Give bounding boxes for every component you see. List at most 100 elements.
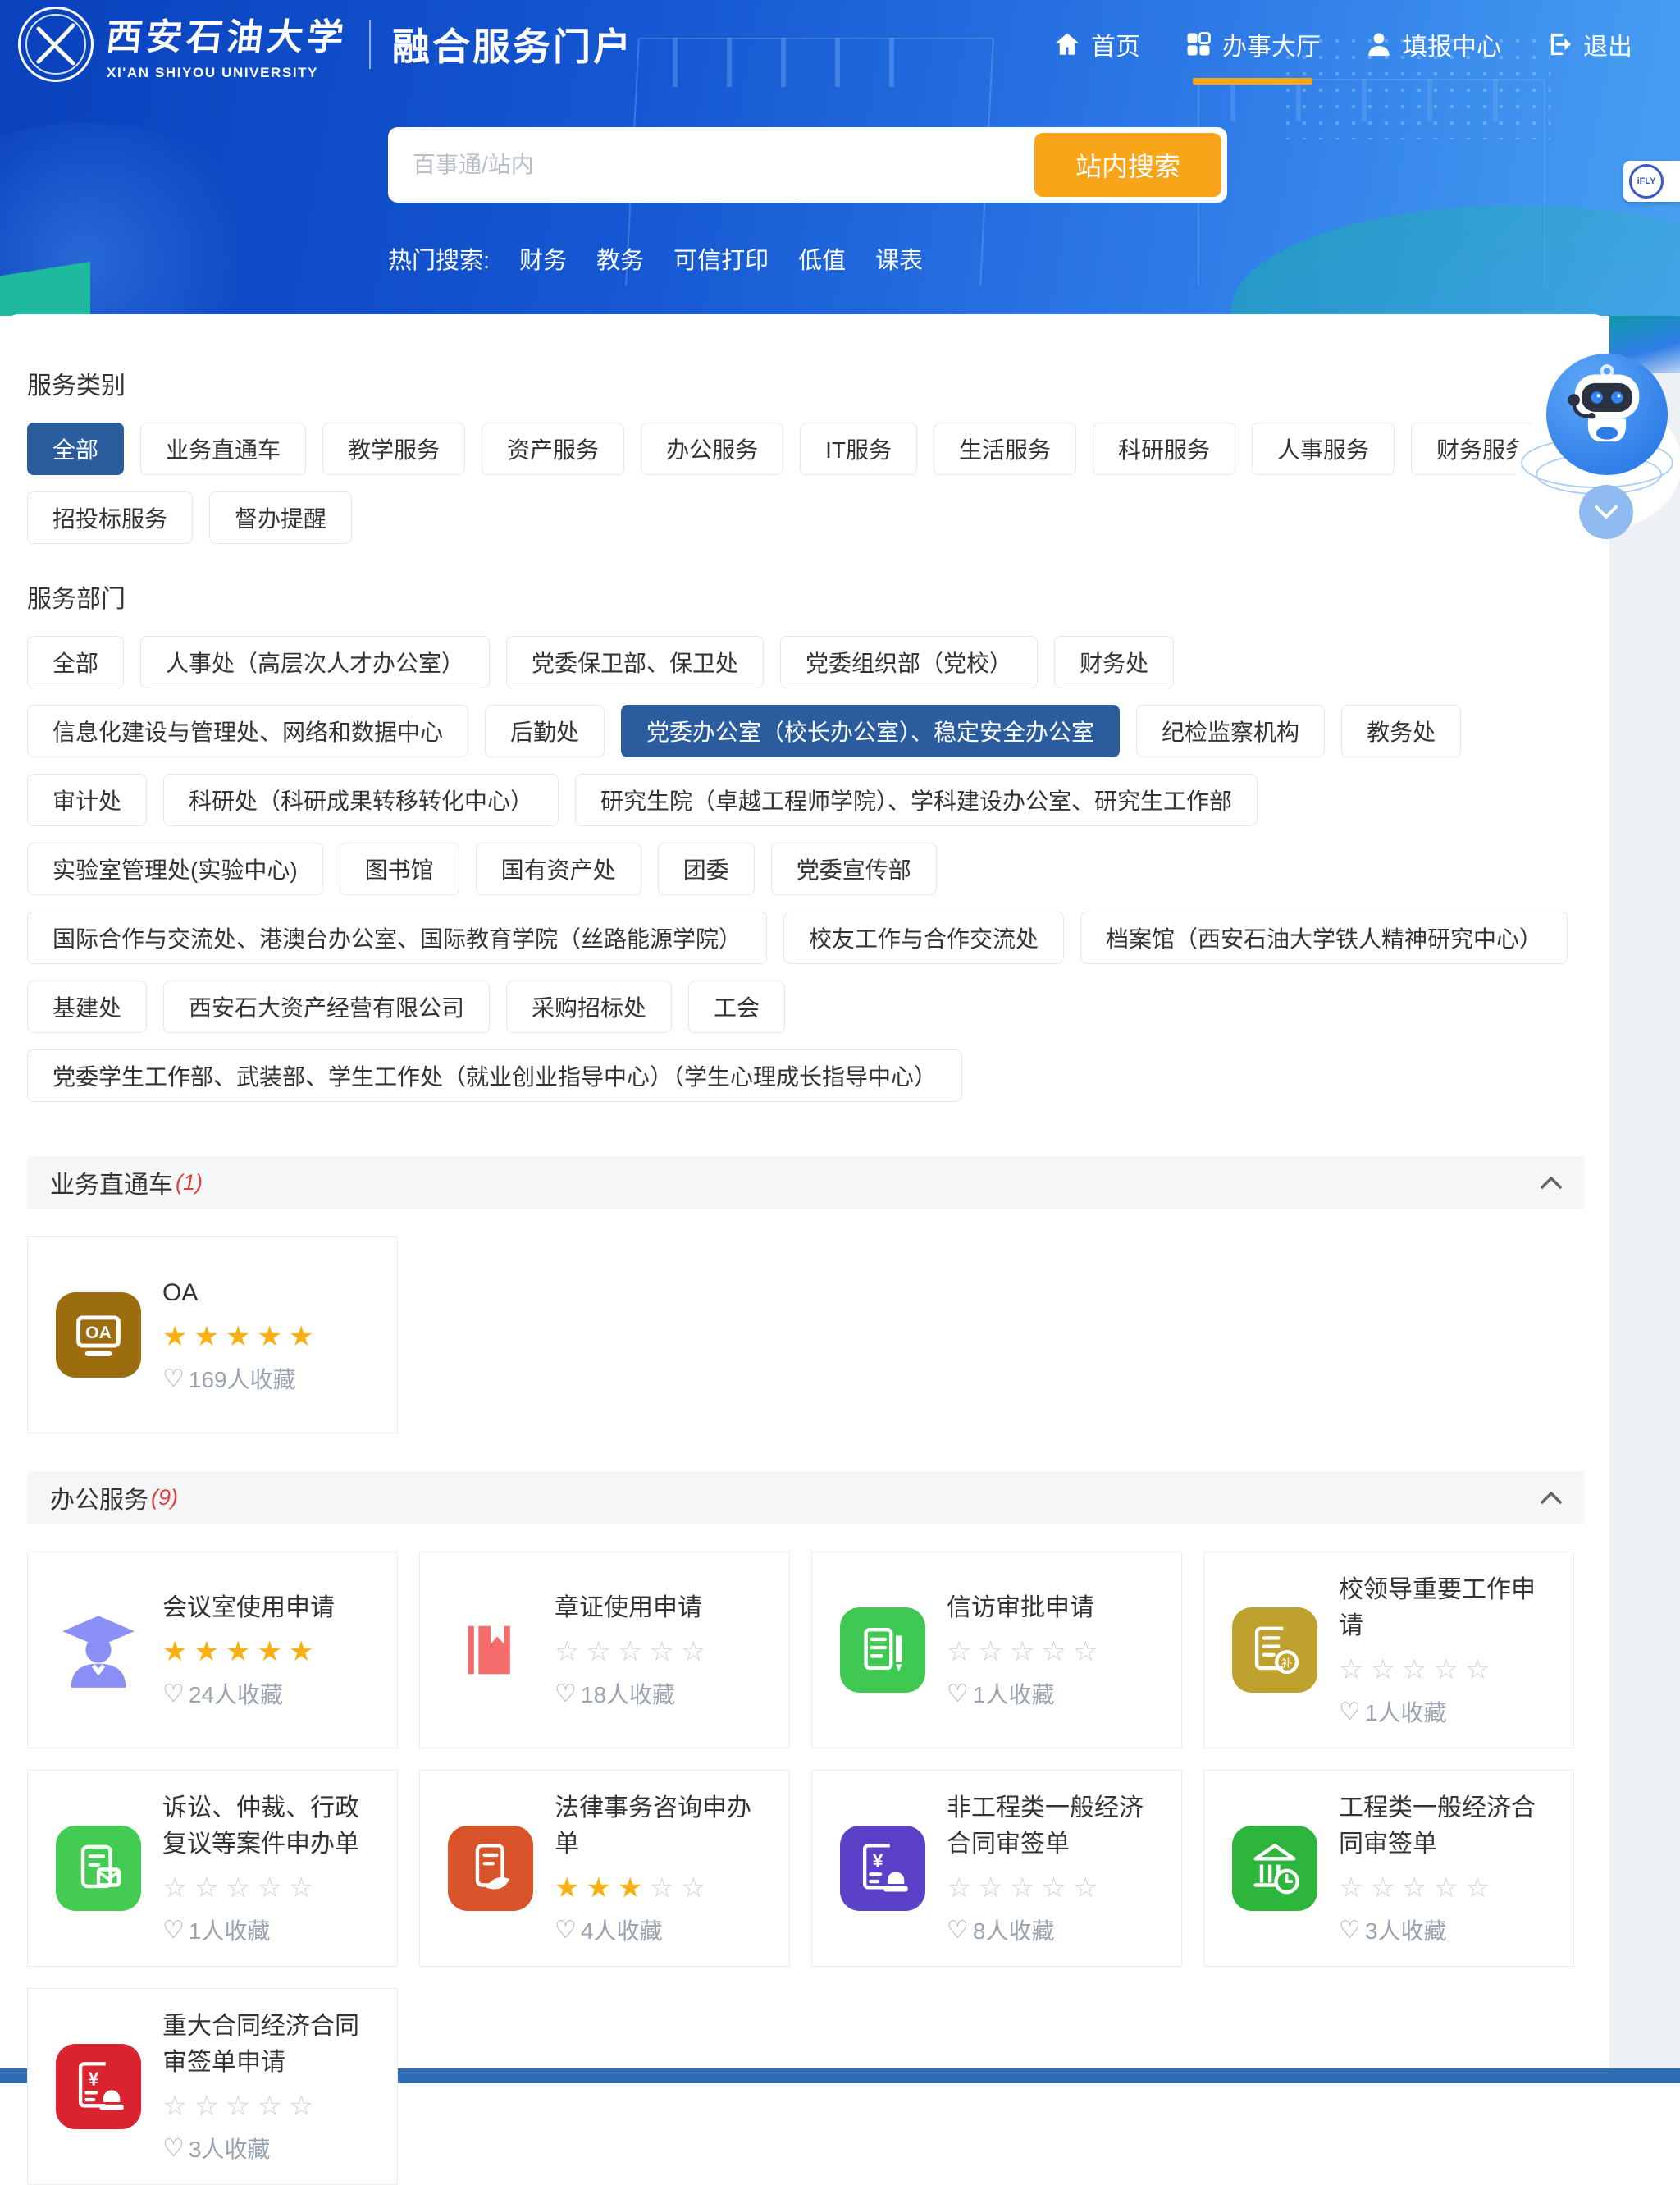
department-chip[interactable]: 实验室管理处(实验中心)	[27, 843, 323, 895]
star-icon: ☆	[1402, 1654, 1427, 1685]
department-chip[interactable]: 科研处（科研成果转移转化中心）	[163, 774, 559, 826]
collapse-chevron-icon[interactable]	[1541, 1176, 1562, 1189]
department-chip[interactable]: 档案馆（西安石油大学铁人精神研究中心）	[1080, 912, 1568, 964]
star-icon: ☆	[1010, 1872, 1034, 1904]
star-icon: ☆	[947, 1872, 971, 1904]
department-chip[interactable]: 图书馆	[340, 843, 459, 895]
hot-search-item[interactable]: 低值	[798, 241, 846, 276]
section-count: (9)	[151, 1485, 178, 1511]
service-card[interactable]: ¥非工程类一般经济合同审签单☆☆☆☆☆♡8人收藏	[811, 1770, 1182, 1967]
top-bar: 西安石油大学 XI'AN SHIYOU UNIVERSITY 融合服务门户 首页…	[0, 0, 1680, 89]
department-chips: 全部人事处（高层次人才办公室） 党委保卫部、保卫处党委组织部（党校） 财务处信息化建…	[27, 636, 1585, 1118]
department-chip[interactable]: 工会	[688, 981, 785, 1033]
department-chip[interactable]: 校友工作与合作交流处	[783, 912, 1064, 964]
department-chip[interactable]: 财务处	[1054, 636, 1174, 688]
department-chip[interactable]: 党委宣传部	[771, 843, 937, 895]
star-icon: ☆	[649, 1872, 673, 1904]
star-icon: ☆	[289, 2091, 313, 2122]
section-header: 业务直通车(1)	[27, 1156, 1585, 1209]
ifly-input-widget[interactable]: iFLY	[1623, 161, 1680, 202]
category-chip[interactable]: 办公服务	[641, 423, 783, 475]
hot-search-item[interactable]: 可信打印	[673, 241, 769, 276]
star-icon: ☆	[162, 1872, 187, 1904]
department-chip[interactable]: 国有资产处	[476, 843, 641, 895]
star-icon: ☆	[1433, 1654, 1458, 1685]
nav-item-4[interactable]: 退出	[1545, 26, 1632, 62]
robot-assistant-icon[interactable]	[1546, 354, 1668, 475]
department-chip[interactable]: 教务处	[1341, 705, 1461, 757]
department-chip[interactable]: 采购招标处	[506, 981, 672, 1033]
favorite-row: ♡24人收藏	[162, 1677, 379, 1710]
hot-search-item[interactable]: 教务	[596, 241, 644, 276]
department-chip[interactable]: 团委	[658, 843, 755, 895]
svg-text:OA: OA	[85, 1323, 112, 1342]
department-chip[interactable]: 纪检监察机构	[1136, 705, 1325, 757]
service-name: 法律事务咨询申办单	[555, 1790, 771, 1863]
service-card[interactable]: ¥重大合同经济合同审签单申请☆☆☆☆☆♡3人收藏	[27, 1988, 398, 2185]
favorite-count: 8人收藏	[973, 1913, 1055, 1946]
favorite-count: 3人收藏	[189, 2132, 271, 2164]
category-chip[interactable]: 人事服务	[1252, 423, 1395, 475]
service-name: 信访审批申请	[947, 1590, 1163, 1626]
department-chip[interactable]: 党委保卫部、保卫处	[506, 636, 764, 688]
service-card[interactable]: 法律事务咨询申办单★★★☆☆♡4人收藏	[419, 1770, 790, 1967]
service-card[interactable]: 信访审批申请☆☆☆☆☆♡1人收藏	[811, 1552, 1182, 1748]
hot-search-item[interactable]: 财务	[519, 241, 567, 276]
star-icon: ☆	[649, 1636, 673, 1667]
category-chip[interactable]: 招投标服务	[27, 491, 193, 544]
star-icon: ☆	[226, 2091, 250, 2122]
department-chip[interactable]: 人事处（高层次人才办公室）	[140, 636, 490, 688]
user-icon	[1365, 30, 1393, 58]
department-chip[interactable]: 国际合作与交流处、港澳台办公室、国际教育学院（丝路能源学院）	[27, 912, 767, 964]
search-input[interactable]	[388, 127, 1034, 203]
category-chip[interactable]: 科研服务	[1093, 423, 1235, 475]
seal-certificate-icon	[448, 1607, 533, 1693]
search-button[interactable]: 站内搜索	[1034, 133, 1221, 197]
category-chip[interactable]: 督办提醒	[209, 491, 352, 544]
category-chip[interactable]: IT服务	[800, 423, 917, 475]
service-info: 重大合同经济合同审签单申请☆☆☆☆☆♡3人收藏	[162, 2009, 379, 2164]
service-card[interactable]: 补校领导重要工作申请☆☆☆☆☆♡1人收藏	[1203, 1552, 1574, 1748]
nav-item-2[interactable]: 办事大厅	[1185, 26, 1321, 62]
service-card[interactable]: 章证使用申请☆☆☆☆☆♡18人收藏	[419, 1552, 790, 1748]
star-icon: ★	[162, 1321, 187, 1352]
department-chip[interactable]: 审计处	[27, 774, 147, 826]
service-name: 校领导重要工作申请	[1339, 1572, 1555, 1644]
department-chip[interactable]: 研究生院（卓越工程师学院）、学科建设办公室、研究生工作部	[575, 774, 1258, 826]
heart-icon: ♡	[1339, 1698, 1361, 1726]
scroll-down-button[interactable]	[1579, 485, 1633, 539]
category-chip[interactable]: 生活服务	[934, 423, 1076, 475]
hot-search-item[interactable]: 课表	[875, 241, 923, 276]
star-icon: ☆	[978, 1872, 1002, 1904]
department-chip[interactable]: 信息化建设与管理处、网络和数据中心	[27, 705, 468, 757]
department-chip[interactable]: 后勤处	[485, 705, 605, 757]
department-chip[interactable]: 党委组织部（党校）	[780, 636, 1038, 688]
service-card[interactable]: 工程类一般经济合同审签单☆☆☆☆☆♡3人收藏	[1203, 1770, 1574, 1967]
category-chip[interactable]: 业务直通车	[140, 423, 306, 475]
star-icon: ☆	[681, 1636, 705, 1667]
department-chip[interactable]: 党委学生工作部、武装部、学生工作处（就业创业指导中心）（学生心理成长指导中心）	[27, 1049, 962, 1102]
category-chip[interactable]: 资产服务	[482, 423, 624, 475]
category-chip[interactable]: 全部	[27, 423, 124, 475]
university-name-zh: 西安石油大学	[104, 7, 351, 60]
hero-banner: 西安石油大学 XI'AN SHIYOU UNIVERSITY 融合服务门户 首页…	[0, 0, 1680, 316]
nav-item-label: 退出	[1583, 26, 1632, 62]
collapse-chevron-icon[interactable]	[1541, 1491, 1562, 1504]
department-chip[interactable]: 全部	[27, 636, 124, 688]
service-card[interactable]: 诉讼、仲裁、行政复议等案件申办单☆☆☆☆☆♡1人收藏	[27, 1770, 398, 1967]
service-card[interactable]: OAOA★★★★★♡169人收藏	[27, 1236, 398, 1433]
service-card[interactable]: 会议室使用申请★★★★★♡24人收藏	[27, 1552, 398, 1748]
favorite-row: ♡1人收藏	[1339, 1695, 1555, 1728]
department-chip[interactable]: 西安石大资产经营有限公司	[163, 981, 490, 1033]
nav-item-1[interactable]: 首页	[1053, 26, 1140, 62]
right-background-strip	[1609, 373, 1680, 2068]
service-info: 会议室使用申请★★★★★♡24人收藏	[162, 1590, 379, 1710]
department-chip[interactable]: 党委办公室（校长办公室）、稳定安全办公室	[621, 705, 1120, 757]
star-rating: ☆☆☆☆☆	[1339, 1656, 1555, 1684]
nav-item-3[interactable]: 填报中心	[1365, 26, 1501, 62]
service-info: 非工程类一般经济合同审签单☆☆☆☆☆♡8人收藏	[947, 1790, 1163, 1946]
department-chip[interactable]: 基建处	[27, 981, 147, 1033]
category-chip[interactable]: 教学服务	[322, 423, 465, 475]
heart-icon: ♡	[162, 1364, 185, 1393]
favorite-count: 18人收藏	[581, 1677, 675, 1710]
